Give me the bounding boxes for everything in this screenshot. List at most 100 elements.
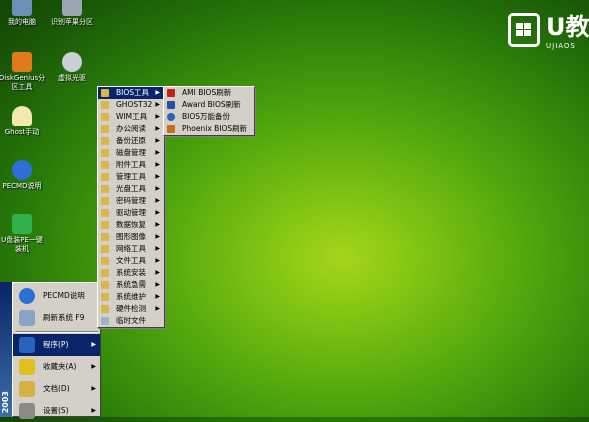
start-item-pecmd[interactable]: PECMD说明 xyxy=(13,285,100,307)
submenu-arrow-icon: ▶ xyxy=(155,269,160,276)
backup-icon xyxy=(167,113,175,121)
bios-menu: AMI BIOS刷新 Award BIOS刷新 BIOS万能备份 Phoenix… xyxy=(163,86,255,136)
menu-item-label: 磁盘管理 xyxy=(116,148,146,157)
desktop-icon-pecmd[interactable]: PECMD说明 xyxy=(0,160,48,191)
menu-item-label: BIOS万能备份 xyxy=(182,112,231,121)
start-item-refresh[interactable]: 刷新系统 F9 xyxy=(13,307,100,329)
submenu-arrow-icon: ▶ xyxy=(155,149,160,156)
programs-item-cd[interactable]: 光盘工具 ▶ xyxy=(98,183,164,195)
folder-icon xyxy=(101,161,109,169)
menu-item-label: 密码管理 xyxy=(116,196,146,205)
programs-item-maintenance[interactable]: 系统维护 ▶ xyxy=(98,291,164,303)
submenu-arrow-icon: ▶ xyxy=(155,305,160,312)
submenu-arrow-icon: ▶ xyxy=(155,101,160,108)
submenu-arrow-icon: ▶ xyxy=(155,257,160,264)
desktop-icon-apple-partition[interactable]: 识别苹果分区 xyxy=(46,0,98,27)
programs-item-backup[interactable]: 备份还原 ▶ xyxy=(98,135,164,147)
start-item-label: 设置(S) xyxy=(43,406,69,415)
programs-item-urgent[interactable]: 系统急需 ▶ xyxy=(98,279,164,291)
folder-icon xyxy=(101,113,109,121)
folder-icon xyxy=(101,197,109,205)
bios-item-backup[interactable]: BIOS万能备份 xyxy=(164,111,254,123)
desktop-icon-my-computer[interactable]: 我的电脑 xyxy=(0,0,48,27)
disc-icon xyxy=(62,52,82,72)
menu-separator xyxy=(16,331,98,333)
submenu-arrow-icon: ▶ xyxy=(91,407,96,414)
menu-item-label: 办公阅读 xyxy=(116,124,146,133)
folder-icon xyxy=(101,137,109,145)
submenu-arrow-icon: ▶ xyxy=(155,125,160,132)
menu-item-label: 系统急需 xyxy=(116,280,146,289)
submenu-arrow-icon: ▶ xyxy=(91,385,96,392)
folder-icon xyxy=(101,269,109,277)
start-item-favorites[interactable]: 收藏夹(A) ▶ xyxy=(13,356,100,378)
submenu-arrow-icon: ▶ xyxy=(155,233,160,240)
desktop-icon-ghost[interactable]: Ghost手动 xyxy=(0,106,48,137)
programs-item-admin[interactable]: 管理工具 ▶ xyxy=(98,171,164,183)
programs-item-graphics[interactable]: 图形图像 ▶ xyxy=(98,231,164,243)
submenu-arrow-icon: ▶ xyxy=(155,173,160,180)
desktop-icon-label: Ghost手动 xyxy=(4,128,40,136)
programs-item-driver[interactable]: 驱动管理 ▶ xyxy=(98,207,164,219)
desktop-icon-label: DiskGenius分 区工具 xyxy=(0,74,46,91)
menu-item-label: 文件工具 xyxy=(116,256,146,265)
submenu-arrow-icon: ▶ xyxy=(155,161,160,168)
bios-item-award[interactable]: Award BIOS刷新 xyxy=(164,99,254,111)
brand-name: U教 xyxy=(546,13,589,41)
programs-item-wim[interactable]: WIM工具 ▶ xyxy=(98,111,164,123)
favorites-icon xyxy=(19,359,35,375)
submenu-arrow-icon: ▶ xyxy=(91,363,96,370)
programs-item-accessories[interactable]: 附件工具 ▶ xyxy=(98,159,164,171)
start-menu: PECMD说明 刷新系统 F9 程序(P) ▶ 收藏夹(A) ▶ 文档(D) ▶… xyxy=(12,282,101,419)
programs-item-temp[interactable]: 临时文件 xyxy=(98,315,164,327)
programs-item-bios[interactable]: BIOS工具 ▶ xyxy=(98,87,164,99)
help-icon xyxy=(12,160,32,180)
programs-item-password[interactable]: 密码管理 ▶ xyxy=(98,195,164,207)
menu-item-label: 备份还原 xyxy=(116,136,146,145)
refresh-icon xyxy=(19,310,35,326)
programs-item-ghost32[interactable]: GHOST32 ▶ xyxy=(98,99,164,111)
chip-icon xyxy=(167,101,175,109)
start-item-documents[interactable]: 文档(D) ▶ xyxy=(13,378,100,400)
programs-item-file[interactable]: 文件工具 ▶ xyxy=(98,255,164,267)
menu-item-label: 系统安装 xyxy=(116,268,146,277)
diskgenius-icon xyxy=(12,52,32,72)
menu-item-label: BIOS工具 xyxy=(116,88,150,97)
bios-item-ami[interactable]: AMI BIOS刷新 xyxy=(164,87,254,99)
menu-item-label: Award BIOS刷新 xyxy=(182,100,241,109)
desktop-icon-install[interactable]: U盘装PE一键 装机 xyxy=(0,214,48,254)
start-item-label: 程序(P) xyxy=(43,340,69,349)
desktop-icon-diskgenius[interactable]: DiskGenius分 区工具 xyxy=(0,52,48,92)
programs-icon xyxy=(19,337,35,353)
menu-item-label: 硬件检测 xyxy=(116,304,146,313)
folder-icon xyxy=(101,281,109,289)
start-item-programs[interactable]: 程序(P) ▶ xyxy=(13,334,100,356)
folder-icon xyxy=(101,149,109,157)
menu-item-label: 驱动管理 xyxy=(116,208,146,217)
programs-menu: BIOS工具 ▶ GHOST32 ▶ WIM工具 ▶ 办公阅读 ▶ 备份还原 ▶ 磁盘管理… xyxy=(97,86,165,328)
programs-item-install[interactable]: 系统安装 ▶ xyxy=(98,267,164,279)
folder-icon xyxy=(101,101,109,109)
folder-icon xyxy=(101,257,109,265)
folder-icon xyxy=(101,89,109,97)
programs-item-hardware[interactable]: 硬件检测 ▶ xyxy=(98,303,164,315)
menu-item-label: 临时文件 xyxy=(116,316,146,325)
submenu-arrow-icon: ▶ xyxy=(155,293,160,300)
start-item-label: 文档(D) xyxy=(43,384,70,393)
folder-icon xyxy=(101,221,109,229)
windows-shield-icon xyxy=(508,13,540,47)
submenu-arrow-icon: ▶ xyxy=(155,185,160,192)
ghost-icon xyxy=(12,106,32,126)
programs-item-recovery[interactable]: 数据恢复 ▶ xyxy=(98,219,164,231)
programs-item-office[interactable]: 办公阅读 ▶ xyxy=(98,123,164,135)
folder-icon xyxy=(101,305,109,313)
desktop-icon-label: 我的电脑 xyxy=(8,18,36,26)
desktop-icon-virtual-drive[interactable]: 虚拟光驱 xyxy=(46,52,98,83)
bios-item-phoenix[interactable]: Phoenix BIOS刷新 xyxy=(164,123,254,135)
folder-icon xyxy=(101,185,109,193)
start-item-settings[interactable]: 设置(S) ▶ xyxy=(13,400,100,422)
folder-icon xyxy=(101,293,109,301)
desktop-icon-label: U盘装PE一键 装机 xyxy=(1,236,43,253)
programs-item-disk[interactable]: 磁盘管理 ▶ xyxy=(98,147,164,159)
programs-item-network[interactable]: 网络工具 ▶ xyxy=(98,243,164,255)
